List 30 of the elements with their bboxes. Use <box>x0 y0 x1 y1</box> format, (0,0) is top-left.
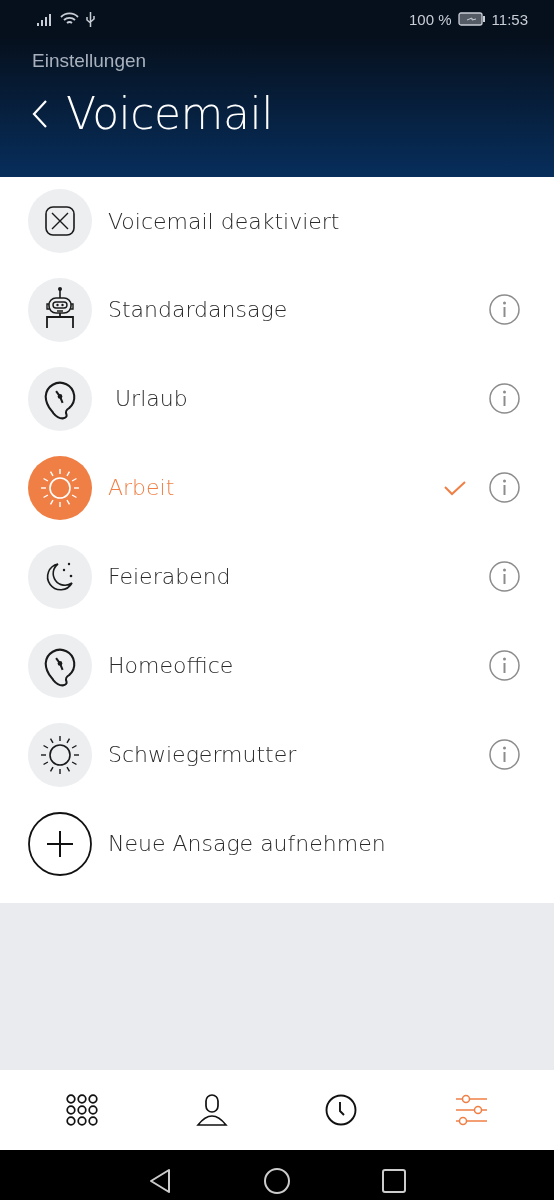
info-icon[interactable] <box>489 650 520 681</box>
clock-time: 11:53 <box>491 10 528 28</box>
battery-percent: 100 % <box>409 10 452 28</box>
greeting-label[interactable]: Feierabend <box>108 564 489 589</box>
person-icon[interactable] <box>195 1093 229 1127</box>
greeting-label[interactable]: Urlaub <box>108 386 489 411</box>
home-nav-icon[interactable] <box>264 1168 290 1194</box>
usb-icon <box>85 11 96 27</box>
checkmark-icon <box>443 479 467 496</box>
greeting-label[interactable]: Schwiegermutter <box>108 742 489 767</box>
back-nav-icon[interactable] <box>148 1168 172 1194</box>
sliders-icon[interactable] <box>454 1093 488 1127</box>
page-title: Voicemail <box>66 88 273 139</box>
greeting-label[interactable]: Voicemail deaktiviert <box>108 208 520 234</box>
clock-icon[interactable] <box>325 1093 359 1127</box>
greeting-label[interactable]: Homeoffice <box>108 653 489 678</box>
back-chevron-icon[interactable] <box>32 98 48 129</box>
info-icon[interactable] <box>489 561 520 592</box>
greeting-label[interactable]: Standardansage <box>108 297 489 322</box>
battery-icon <box>457 12 486 26</box>
keypad-icon[interactable] <box>66 1093 100 1127</box>
signal-icon <box>37 12 54 26</box>
greeting-label[interactable]: Neue Ansage aufnehmen <box>108 831 520 856</box>
back-link[interactable]: Einstellungen <box>32 50 147 72</box>
info-icon[interactable] <box>489 294 520 325</box>
info-icon[interactable] <box>489 739 520 770</box>
recents-nav-icon[interactable] <box>382 1169 406 1193</box>
wifi-icon <box>60 12 79 26</box>
info-icon[interactable] <box>489 472 520 503</box>
info-icon[interactable] <box>489 383 520 414</box>
